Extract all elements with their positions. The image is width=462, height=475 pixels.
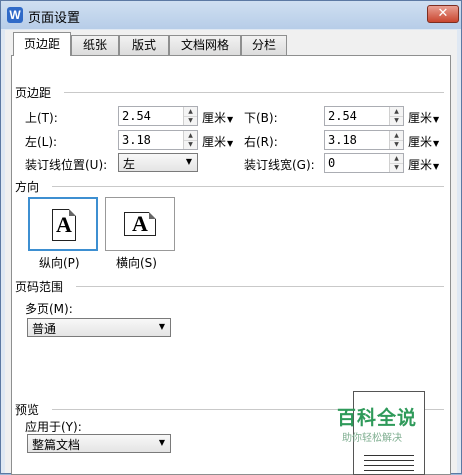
bottom-margin-value: 2.54	[328, 109, 357, 123]
close-icon: ✕	[437, 6, 449, 21]
tab-document-grid[interactable]: 文档网格	[169, 35, 241, 55]
gutter-width-label: 装订线宽(G):	[244, 158, 315, 172]
section-divider	[52, 186, 444, 187]
top-margin-label: 上(T):	[25, 111, 58, 125]
spin-down-icon[interactable]: ▼	[390, 163, 403, 172]
right-margin-label: 右(R):	[244, 135, 278, 149]
title-bar[interactable]: W 页面设置 ✕	[1, 1, 461, 29]
caret-down-icon: ▼	[433, 139, 440, 148]
page-setup-dialog: W 页面设置 ✕ 页边距 纸张 版式 文档网格 分栏 页边距 上(T): 2.5…	[0, 0, 462, 475]
gutter-width-spinner[interactable]: ▲ ▼	[389, 154, 403, 172]
page-glyph-letter: A	[132, 211, 148, 236]
top-margin-value: 2.54	[122, 109, 151, 123]
multiple-pages-select[interactable]: 普通 ▼	[27, 318, 171, 337]
watermark-subtitle: 助你轻松解决	[342, 433, 402, 444]
close-button[interactable]: ✕	[427, 5, 459, 23]
watermark-title: 百科全说	[337, 407, 418, 429]
left-margin-unit[interactable]: 厘米▼	[202, 133, 233, 150]
apply-to-select[interactable]: 整篇文档 ▼	[27, 434, 171, 453]
gutter-position-select[interactable]: 左 ▼	[118, 153, 198, 172]
bottom-margin-label: 下(B):	[244, 111, 278, 125]
pages-section-title: 页码范围	[15, 278, 64, 295]
window-title: 页面设置	[28, 11, 81, 26]
top-margin-spinner[interactable]: ▲ ▼	[183, 107, 197, 125]
unit-label: 厘米	[408, 158, 433, 172]
left-margin-label: 左(L):	[25, 135, 58, 149]
left-margin-value: 3.18	[122, 133, 151, 147]
right-margin-field[interactable]: 3.18 ▲ ▼	[324, 130, 404, 150]
preview-section-title: 预览	[15, 401, 40, 418]
chevron-down-icon: ▼	[158, 438, 165, 447]
bottom-margin-field[interactable]: 2.54 ▲ ▼	[324, 106, 404, 126]
portrait-label[interactable]: 纵向(P)	[39, 254, 80, 271]
page-fold-icon	[149, 212, 156, 219]
multiple-pages-label: 多页(M):	[25, 302, 73, 316]
spin-down-icon[interactable]: ▼	[390, 140, 403, 149]
orientation-section-title: 方向	[15, 178, 40, 195]
tab-paper[interactable]: 纸张	[71, 35, 119, 55]
gutter-width-unit[interactable]: 厘米▼	[408, 156, 439, 173]
bottom-margin-spinner[interactable]: ▲ ▼	[389, 107, 403, 125]
top-margin-unit[interactable]: 厘米▼	[202, 109, 233, 126]
unit-label: 厘米	[202, 111, 227, 125]
preview-text-line	[364, 455, 414, 456]
unit-label: 厘米	[408, 135, 433, 149]
right-margin-unit[interactable]: 厘米▼	[408, 133, 439, 150]
landscape-page-icon: A	[124, 212, 156, 236]
gutter-width-field[interactable]: 0 ▲ ▼	[324, 153, 404, 173]
caret-down-icon: ▼	[227, 139, 234, 148]
right-margin-spinner[interactable]: ▲ ▼	[389, 131, 403, 149]
tab-margins[interactable]: 页边距	[13, 32, 71, 56]
chevron-down-icon: ▼	[185, 157, 192, 166]
caret-down-icon: ▼	[433, 115, 440, 124]
right-margin-value: 3.18	[328, 133, 357, 147]
section-divider	[76, 286, 444, 287]
portrait-option[interactable]: A	[28, 197, 98, 251]
landscape-label[interactable]: 横向(S)	[116, 254, 157, 271]
apply-to-value: 整篇文档	[32, 438, 81, 452]
landscape-option[interactable]: A	[105, 197, 175, 251]
preview-text-line	[364, 460, 414, 461]
gutter-width-value: 0	[328, 156, 336, 170]
apply-to-label: 应用于(Y):	[25, 420, 82, 434]
preview-text-line	[364, 470, 414, 471]
preview-text-line	[364, 465, 414, 466]
gutter-position-label: 装订线位置(U):	[25, 158, 108, 172]
section-divider	[64, 92, 444, 93]
gutter-position-value: 左	[123, 157, 136, 171]
chevron-down-icon: ▼	[158, 322, 165, 331]
spin-down-icon[interactable]: ▼	[184, 140, 197, 149]
page-fold-icon	[69, 209, 76, 216]
tab-columns[interactable]: 分栏	[241, 35, 287, 55]
top-margin-field[interactable]: 2.54 ▲ ▼	[118, 106, 198, 126]
spin-down-icon[interactable]: ▼	[184, 116, 197, 125]
watermark: 百科全说 助你轻松解决	[337, 401, 427, 447]
tab-layout[interactable]: 版式	[119, 35, 169, 55]
left-margin-field[interactable]: 3.18 ▲ ▼	[118, 130, 198, 150]
caret-down-icon: ▼	[433, 162, 440, 171]
spin-down-icon[interactable]: ▼	[390, 116, 403, 125]
unit-label: 厘米	[408, 111, 433, 125]
unit-label: 厘米	[202, 135, 227, 149]
left-margin-spinner[interactable]: ▲ ▼	[183, 131, 197, 149]
caret-down-icon: ▼	[227, 115, 234, 124]
portrait-page-icon: A	[52, 209, 76, 241]
multiple-pages-value: 普通	[32, 322, 57, 336]
margins-section-title: 页边距	[15, 84, 52, 101]
bottom-margin-unit[interactable]: 厘米▼	[408, 109, 439, 126]
wps-writer-icon: W	[7, 7, 23, 23]
